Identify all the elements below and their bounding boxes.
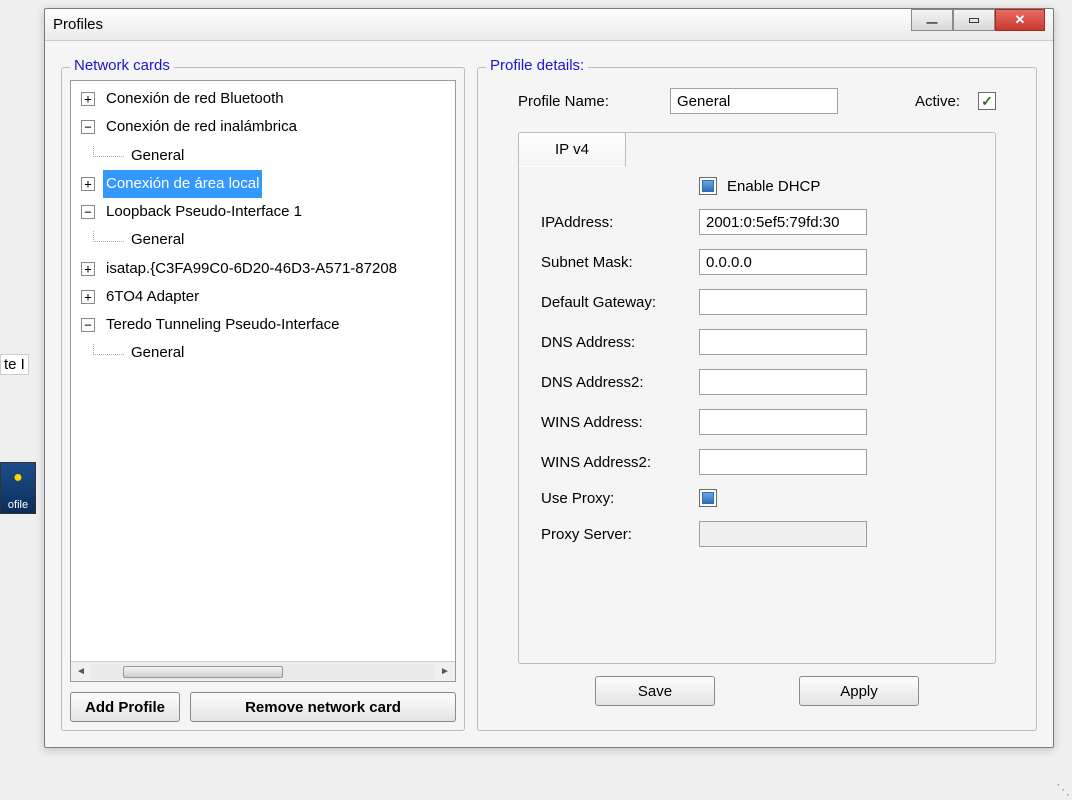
enable-dhcp-checkbox[interactable] — [699, 177, 717, 195]
tree-node-label: Teredo Tunneling Pseudo-Interface — [103, 311, 343, 339]
add-profile-button[interactable]: Add Profile — [70, 692, 180, 722]
wins-address2-input[interactable] — [699, 449, 867, 475]
proxy-server-label: Proxy Server: — [541, 526, 699, 543]
dns-address-label: DNS Address: — [541, 334, 699, 351]
maximize-button[interactable] — [953, 9, 995, 31]
active-checkbox[interactable] — [978, 92, 996, 110]
default-gateway-label: Default Gateway: — [541, 294, 699, 311]
tree-node[interactable]: +6TO4 Adapter — [71, 283, 455, 311]
subnet-mask-label: Subnet Mask: — [541, 254, 699, 271]
tree-node[interactable]: + Conexión de área local — [71, 170, 455, 198]
enable-dhcp-label: Enable DHCP — [727, 178, 820, 195]
background-icon-label: ofile — [8, 499, 28, 511]
tree-node[interactable]: −Conexión de red inalámbrica — [71, 113, 455, 141]
profile-details-legend: Profile details: — [486, 57, 588, 74]
tree-node[interactable]: + Conexión de red Bluetooth — [71, 85, 455, 113]
tree-node[interactable]: −Loopback Pseudo-Interface 1 — [71, 198, 455, 226]
wins-address2-label: WINS Address2: — [541, 454, 699, 471]
expand-icon[interactable]: + — [81, 290, 95, 304]
ip-address-label: IPAddress: — [541, 214, 699, 231]
tree-node-label: General — [128, 339, 187, 367]
scroll-right-arrow-icon[interactable]: ► — [435, 662, 455, 682]
horizontal-scrollbar[interactable]: ◄ ► — [71, 661, 455, 681]
profile-name-input[interactable] — [670, 88, 838, 114]
expand-icon[interactable]: + — [81, 92, 95, 106]
collapse-icon[interactable]: − — [81, 318, 95, 332]
tree-node[interactable]: + isatap.{C3FA99C0-6D20-46D3-A571-87208 — [71, 255, 455, 283]
close-button[interactable] — [995, 9, 1045, 31]
apply-button[interactable]: Apply — [799, 676, 919, 706]
network-cards-panel: Network cards +Conexión de red Bluetooth… — [61, 67, 465, 731]
expand-icon[interactable]: + — [81, 262, 95, 276]
wins-address-label: WINS Address: — [541, 414, 699, 431]
tree-child-node[interactable]: General — [71, 226, 455, 254]
network-cards-tree[interactable]: +Conexión de red Bluetooth−Conexión de r… — [70, 80, 456, 682]
resize-grip-icon[interactable] — [1054, 782, 1070, 798]
profile-name-label: Profile Name: — [518, 93, 658, 110]
tree-node[interactable]: −Teredo Tunneling Pseudo-Interface — [71, 311, 455, 339]
dns-address2-label: DNS Address2: — [541, 374, 699, 391]
scrollbar-thumb[interactable] — [123, 666, 283, 678]
background-text-fragment: te I — [0, 354, 29, 375]
tree-node-label: General — [128, 142, 187, 170]
tree-node-label: General — [128, 226, 187, 254]
profile-details-panel: Profile details: Profile Name: Active: I… — [477, 67, 1037, 731]
tree-child-node[interactable]: General — [71, 142, 455, 170]
window-title: Profiles — [53, 16, 103, 33]
tree-node-label: Conexión de área local — [103, 170, 262, 198]
ipv4-tab[interactable]: IP v4 — [518, 132, 626, 167]
network-cards-legend: Network cards — [70, 57, 174, 74]
use-proxy-checkbox[interactable] — [699, 489, 717, 507]
use-proxy-label: Use Proxy: — [541, 490, 699, 507]
proxy-server-input — [699, 521, 867, 547]
remove-network-card-button[interactable]: Remove network card — [190, 692, 456, 722]
collapse-icon[interactable]: − — [81, 120, 95, 134]
dns-address-input[interactable] — [699, 329, 867, 355]
ipv4-tab-container: IP v4 Enable DHCP IPAddress: Subnet Mask… — [518, 132, 996, 664]
active-label: Active: — [915, 93, 960, 110]
tree-node-label: isatap.{C3FA99C0-6D20-46D3-A571-87208 — [103, 255, 400, 283]
tree-child-node[interactable]: General — [71, 339, 455, 367]
minimize-button[interactable] — [911, 9, 953, 31]
dns-address2-input[interactable] — [699, 369, 867, 395]
default-gateway-input[interactable] — [699, 289, 867, 315]
background-profile-icon: ofile — [0, 462, 36, 514]
titlebar[interactable]: Profiles — [45, 9, 1053, 41]
collapse-icon[interactable]: − — [81, 205, 95, 219]
ip-address-input[interactable] — [699, 209, 867, 235]
tree-node-label: Conexión de red Bluetooth — [103, 85, 287, 113]
scroll-left-arrow-icon[interactable]: ◄ — [71, 662, 91, 682]
save-button[interactable]: Save — [595, 676, 715, 706]
tree-node-label: Loopback Pseudo-Interface 1 — [103, 198, 305, 226]
expand-icon[interactable]: + — [81, 177, 95, 191]
tree-node-label: Conexión de red inalámbrica — [103, 113, 300, 141]
subnet-mask-input[interactable] — [699, 249, 867, 275]
tree-node-label: 6TO4 Adapter — [103, 283, 202, 311]
profiles-window: Profiles Network cards + Conexión de red … — [44, 8, 1054, 748]
wins-address-input[interactable] — [699, 409, 867, 435]
